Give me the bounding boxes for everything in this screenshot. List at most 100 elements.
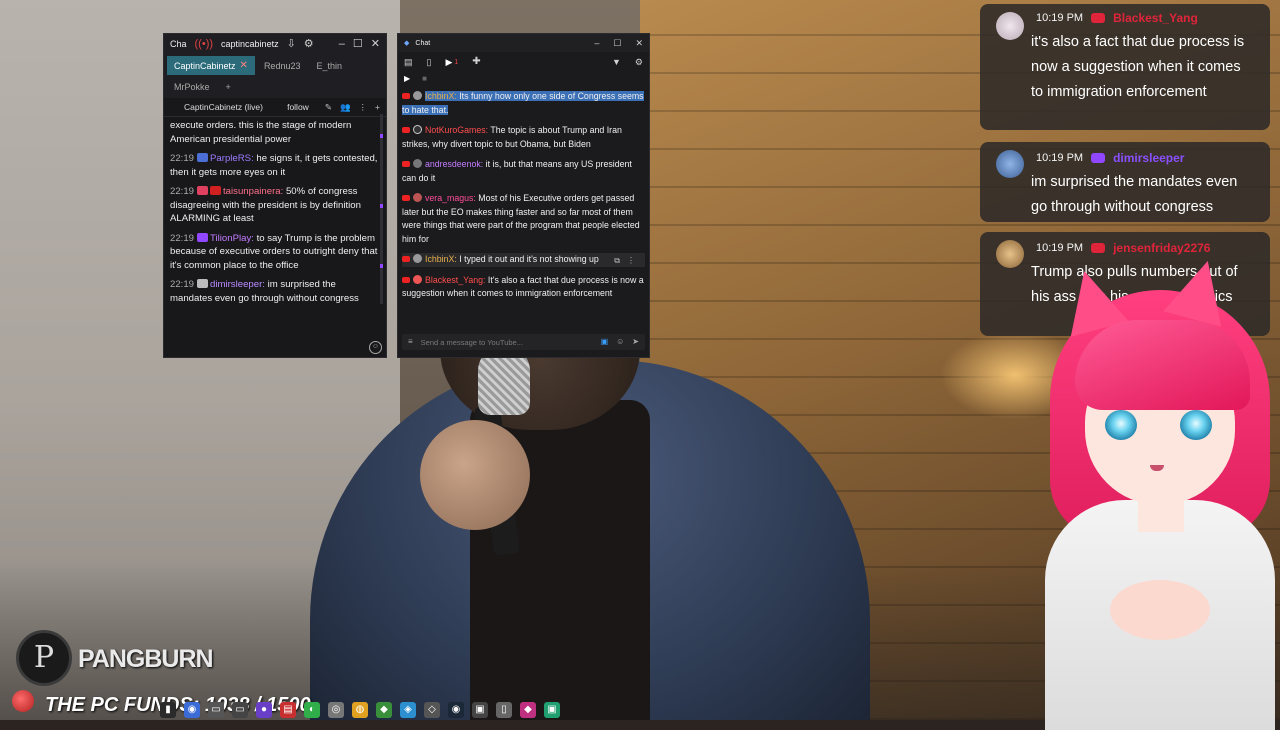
youtube-source-icon[interactable]: ▶ — [404, 75, 410, 83]
message-user[interactable]: ParpleRS: — [210, 153, 254, 164]
close-icon[interactable]: ✕ — [635, 38, 643, 48]
app-icon[interactable]: ◆ — [376, 702, 392, 718]
users-icon[interactable]: 👥 — [340, 102, 351, 113]
emote-picker-icon[interactable]: ☺ — [369, 341, 382, 354]
pencil-icon[interactable]: ✎ — [325, 102, 332, 113]
more-icon[interactable]: ⋮ — [359, 102, 368, 113]
message-user[interactable]: andresdeenok: — [425, 159, 483, 169]
chat-message[interactable]: Blackest_Yang: It's also a fact that due… — [402, 274, 645, 301]
minimize-icon[interactable]: – — [339, 38, 345, 50]
message-time: 10:19 PM — [1036, 152, 1084, 164]
message-text: I typed it out and it's not showing up — [456, 254, 599, 264]
message-user[interactable]: Blackest_Yang: — [425, 275, 485, 285]
message-user[interactable]: IchbinX: — [425, 254, 457, 264]
chat-message: 22:19 dimirsleeper: im surprised the mand… — [170, 278, 380, 305]
chat-message[interactable]: vera_magus: Most of his Executive orders… — [402, 192, 645, 246]
message-input[interactable] — [420, 337, 593, 347]
message-user[interactable]: IchbinX: — [425, 91, 457, 101]
minimize-icon[interactable]: – — [594, 38, 599, 48]
chat-message[interactable]: NotKuroGames: The topic is about Trump a… — [402, 124, 645, 151]
app-icon[interactable]: ▭ — [208, 702, 224, 718]
maximize-icon[interactable]: ☐ — [353, 38, 363, 50]
add-tab-button[interactable]: + — [219, 77, 238, 96]
app-icon[interactable]: ◉ — [184, 702, 200, 718]
message-time: 22:19 — [170, 153, 195, 164]
app-icon[interactable]: ▣ — [544, 702, 560, 718]
message-user[interactable]: TilionPlay: — [210, 233, 254, 244]
all-chats-icon[interactable]: ▤ — [404, 57, 413, 67]
youtube-badge-icon — [402, 161, 410, 167]
tab-label: E_thin — [316, 60, 343, 71]
youtube-icon — [1091, 13, 1106, 23]
app-icon: ◆ — [404, 39, 410, 47]
window-titlebar: Cha ((•)) captincabinetz ⇩ ⚙ – ☐ ✕ — [164, 34, 386, 54]
pangburn-logo: P — [16, 630, 72, 686]
more-icon[interactable]: ⋮ — [627, 256, 635, 266]
tab-rednu23[interactable]: Rednu23 — [257, 56, 308, 75]
chrome-icon[interactable]: ◍ — [352, 702, 368, 718]
chatterino-window: Cha ((•)) captincabinetz ⇩ ⚙ – ☐ ✕ Capti… — [163, 33, 387, 358]
app-icon[interactable]: ▭ — [232, 702, 248, 718]
spotify-icon[interactable]: ◐ — [304, 702, 320, 718]
channel-tabs: CaptinCabinetz ✕ Rednu23 E_thin MrPokke … — [164, 54, 386, 98]
youtube-icon[interactable]: ▶ — [445, 57, 452, 67]
tab-e-thin[interactable]: E_thin — [309, 56, 349, 75]
send-target-icon[interactable]: ▣ — [601, 338, 609, 346]
taskbar: ▮ ◉ ▭ ▭ ● ▤ ◐ ◎ ◍ ◆ ◈ ◇ ◉ ▣ ▯ ◆ ▣ — [160, 701, 560, 719]
chat-subtoolbar: ▶ ■ — [398, 72, 649, 86]
obs-icon[interactable]: ● — [256, 702, 272, 718]
scrollbar[interactable] — [380, 114, 383, 304]
chat-message: 22:19 TilionPlay: to say Trump is the pro… — [170, 232, 380, 273]
add-icon[interactable]: ✚ — [472, 57, 480, 67]
chat-messages: IchbinX: Its funny how only one side of … — [398, 86, 649, 301]
youtube-icon — [1091, 243, 1106, 253]
scroll-highlight-mark — [380, 204, 383, 208]
window-title: Cha — [170, 39, 187, 49]
channel-name-tab[interactable]: captincabinetz — [221, 39, 279, 49]
heart-badge-icon — [197, 186, 209, 195]
chat-message: execute orders. this is the stage of mod… — [170, 119, 380, 146]
avatar-eye-left — [1105, 410, 1137, 440]
message-user[interactable]: NotKuroGames: — [425, 125, 488, 135]
add-split-icon[interactable]: + — [375, 102, 380, 112]
close-icon[interactable]: ✕ — [371, 38, 380, 50]
gear-icon[interactable]: ⚙ — [304, 38, 314, 50]
copy-icon[interactable]: ⧉ — [614, 256, 620, 266]
message-user[interactable]: vera_magus: — [425, 193, 476, 203]
close-tab-icon[interactable]: ✕ — [240, 60, 248, 71]
download-icon[interactable]: ⇩ — [287, 38, 296, 50]
app-icon[interactable]: ▣ — [472, 702, 488, 718]
app-icon[interactable]: ◈ — [400, 702, 416, 718]
twitch-icon[interactable]: ▯ — [427, 57, 432, 67]
chat-message[interactable]: andresdeenok: it is, but that means any … — [402, 158, 645, 185]
avatar — [413, 274, 422, 284]
brand-name: PANGBURN — [78, 645, 214, 673]
filter-icon[interactable]: ▼ — [612, 57, 621, 67]
settings-icon[interactable]: ⚙ — [635, 57, 643, 67]
chat-message[interactable]: IchbinX: I typed it out and it's not sho… — [402, 253, 645, 267]
tab-mrpokke[interactable]: MrPokke — [167, 77, 217, 96]
tab-captincabinetz[interactable]: CaptinCabinetz ✕ — [167, 56, 255, 75]
avatar — [996, 150, 1024, 178]
camera-icon[interactable]: ■ — [422, 75, 427, 83]
message-user[interactable]: dimirsleeper: — [210, 279, 265, 290]
emoji-icon[interactable]: ☺ — [616, 338, 624, 346]
message-user[interactable]: taisunpainera: — [223, 186, 283, 197]
app-icon[interactable]: ▤ — [280, 702, 296, 718]
follow-button[interactable]: follow — [287, 102, 309, 112]
youtube-badge-icon — [402, 256, 410, 262]
message-text: it's also a fact that due process is now… — [1031, 34, 1245, 100]
chat-message-highlighted[interactable]: IchbinX: Its funny how only one side of … — [402, 90, 645, 117]
channel-header: CaptinCabinetz (live) follow ✎ 👥 ⋮ + — [164, 98, 386, 117]
file-icon[interactable]: ▯ — [496, 702, 512, 718]
maximize-icon[interactable]: ☐ — [613, 38, 621, 48]
youtube-badge-icon — [402, 276, 410, 283]
send-icon[interactable]: ➤ — [632, 338, 639, 346]
app-icon[interactable]: ◇ — [424, 702, 440, 718]
app-icon[interactable]: ◎ — [328, 702, 344, 718]
menu-icon[interactable]: ≡ — [408, 338, 413, 346]
terminal-icon[interactable]: ▮ — [160, 702, 176, 718]
app-icon[interactable]: ◆ — [520, 702, 536, 718]
message-user: jensenfriday2276 — [1113, 241, 1211, 255]
steam-icon[interactable]: ◉ — [448, 702, 464, 718]
